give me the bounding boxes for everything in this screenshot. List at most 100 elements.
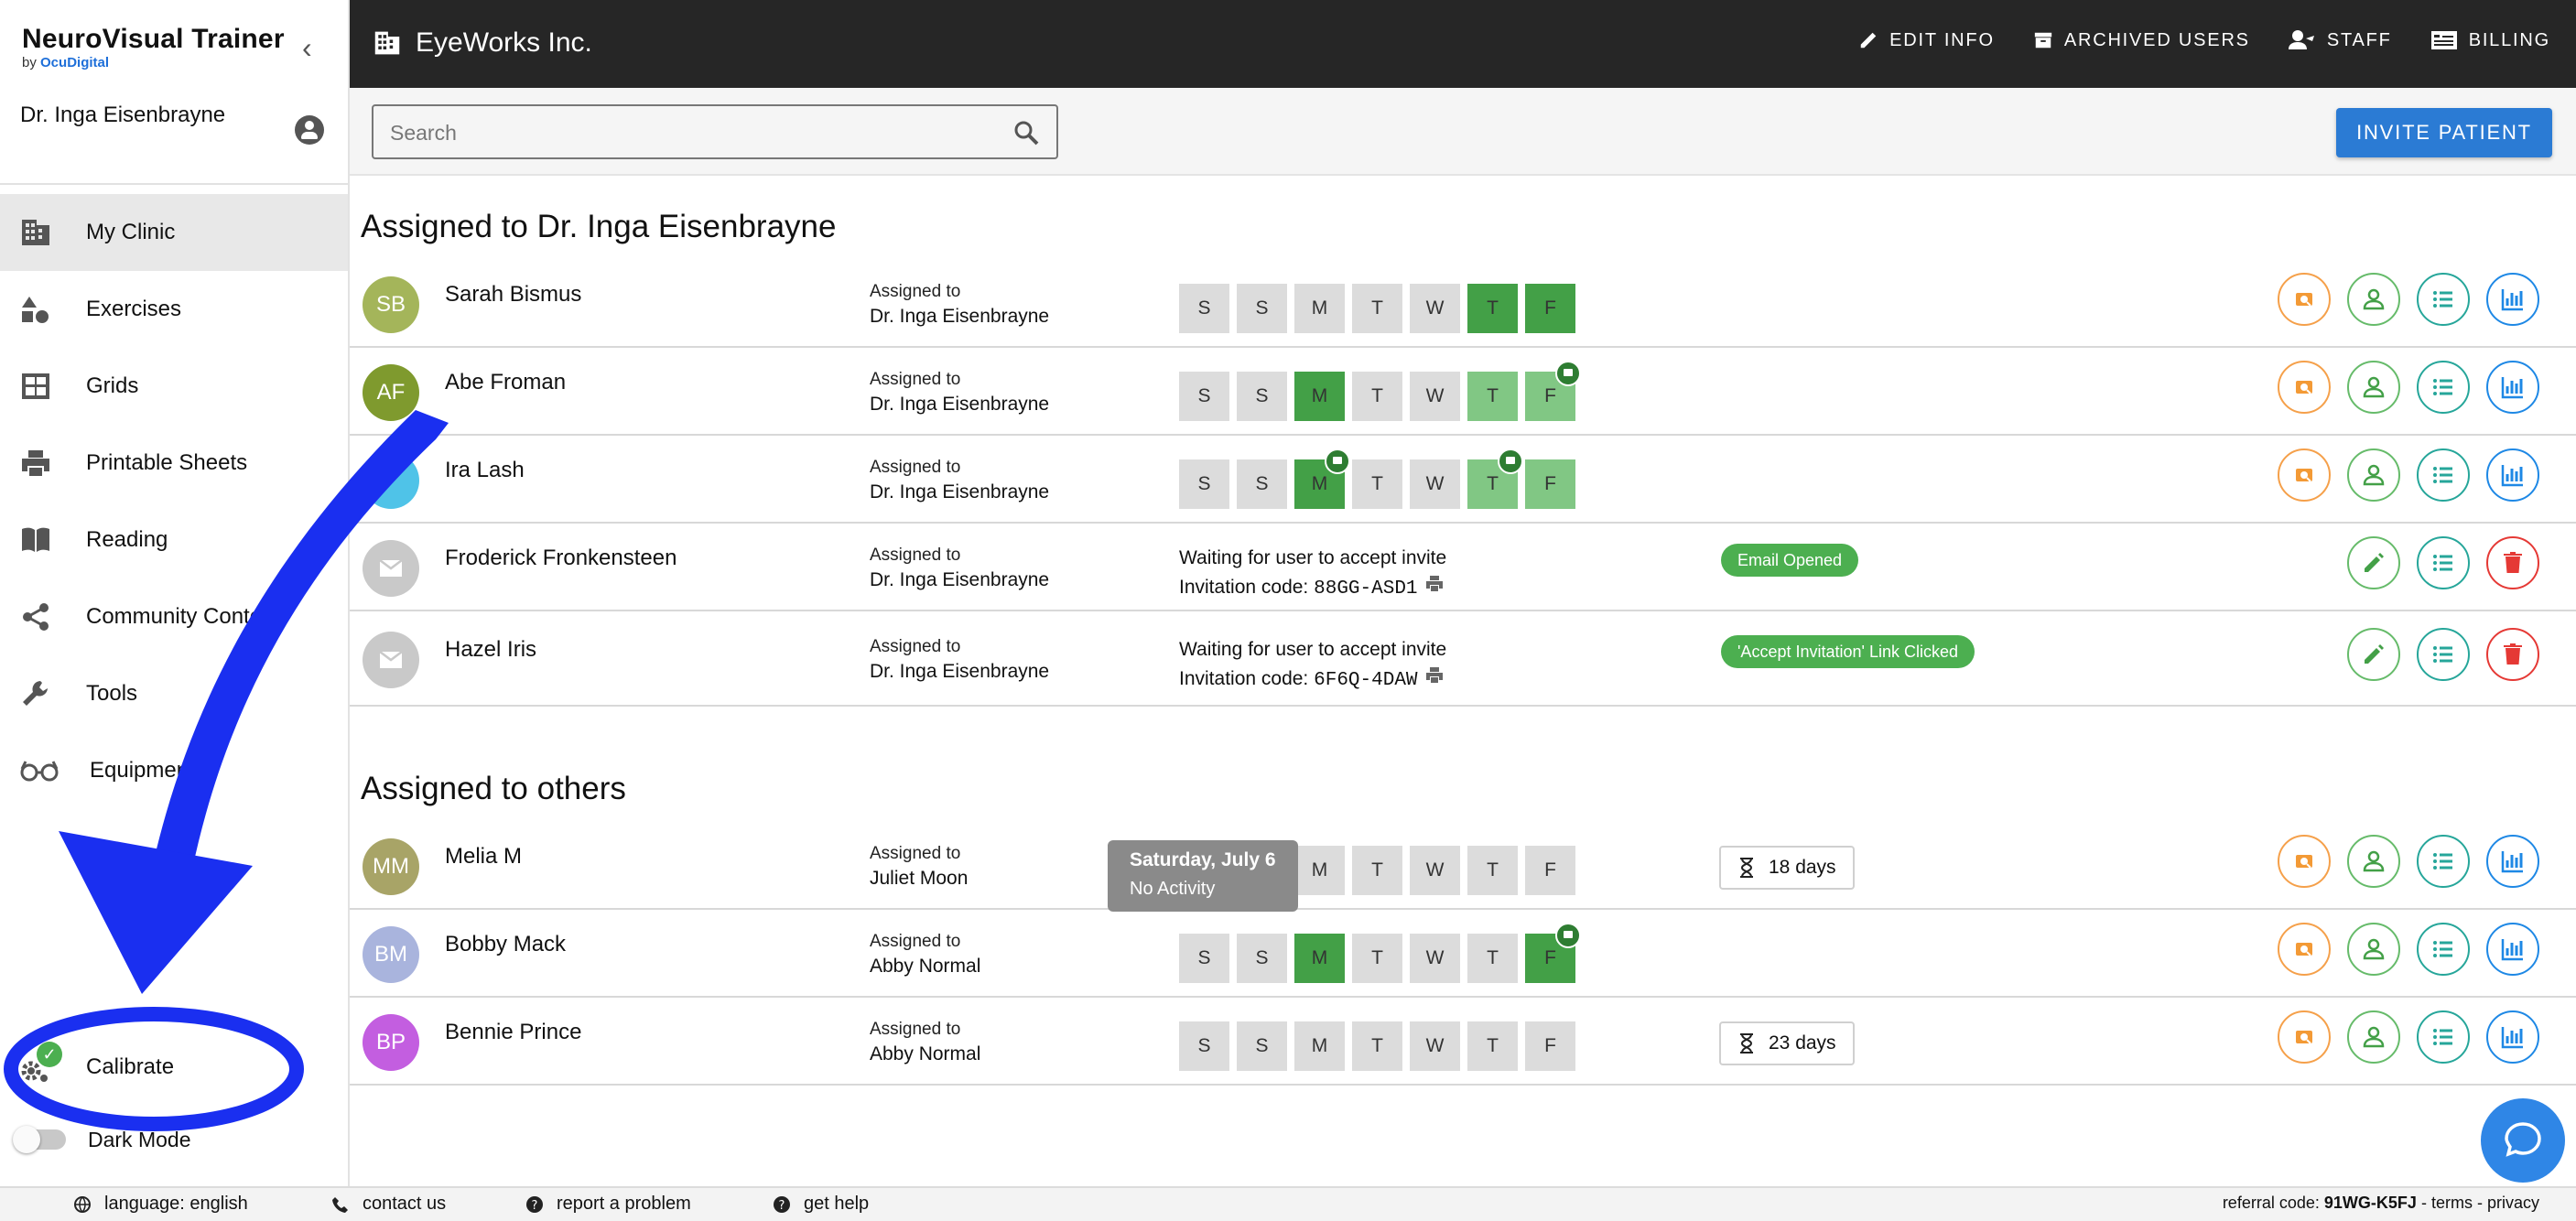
language-selector[interactable]: language: english (73, 1194, 248, 1215)
sidebar-item-tools[interactable]: Tools (0, 655, 348, 732)
account-circle-icon[interactable] (295, 115, 324, 145)
day-cell[interactable]: T (1352, 934, 1402, 983)
day-cell[interactable]: T (1467, 1021, 1518, 1071)
day-cell[interactable]: S (1237, 284, 1287, 333)
dark-mode-toggle[interactable] (13, 1126, 66, 1153)
day-cell[interactable]: W (1410, 1021, 1460, 1071)
view-user-button[interactable] (2278, 1010, 2331, 1064)
patient-name[interactable]: Melia M (445, 844, 522, 870)
view-user-button[interactable] (2278, 835, 2331, 888)
list-button[interactable] (2417, 835, 2470, 888)
day-cell[interactable]: S (1179, 372, 1229, 421)
day-cell[interactable]: T (1467, 372, 1518, 421)
day-cell[interactable]: W (1410, 372, 1460, 421)
list-button[interactable] (2417, 923, 2470, 976)
day-cell[interactable]: W (1410, 284, 1460, 333)
day-cell[interactable]: S (1179, 284, 1229, 333)
view-user-button[interactable] (2278, 923, 2331, 976)
support-chat-button[interactable] (2481, 1098, 2565, 1183)
profile-button[interactable] (2347, 923, 2400, 976)
day-cell[interactable]: S (1237, 934, 1287, 983)
view-user-button[interactable] (2278, 448, 2331, 502)
search-input[interactable]: Search (372, 104, 1058, 159)
privacy-link[interactable]: privacy (2487, 1194, 2539, 1212)
day-cell[interactable]: M (1294, 846, 1345, 895)
print-code-button[interactable] (1425, 665, 1444, 694)
stats-button[interactable] (2486, 448, 2539, 502)
delete-button[interactable] (2486, 536, 2539, 589)
day-cell[interactable]: S (1237, 1021, 1287, 1071)
day-cell[interactable]: T (1352, 372, 1402, 421)
sidebar-item-grids[interactable]: Grids (0, 348, 348, 425)
sidebar-item-exercises[interactable]: Exercises (0, 271, 348, 348)
view-user-button[interactable] (2278, 273, 2331, 326)
patient-name[interactable]: Hazel Iris (445, 637, 536, 663)
profile-button[interactable] (2347, 835, 2400, 888)
comment-icon[interactable] (1555, 923, 1581, 948)
day-cell[interactable]: W (1410, 934, 1460, 983)
view-user-button[interactable] (2278, 361, 2331, 414)
patient-name[interactable]: Ira Lash (445, 458, 525, 483)
patient-name[interactable]: Bennie Prince (445, 1020, 581, 1045)
list-button[interactable] (2417, 536, 2470, 589)
get-help-link[interactable]: ? get help (773, 1194, 869, 1215)
archived-users-button[interactable]: ARCHIVED USERS (2033, 29, 2250, 51)
stats-button[interactable] (2486, 835, 2539, 888)
comment-icon[interactable] (1555, 361, 1581, 386)
day-cell[interactable]: F (1525, 361, 1581, 421)
print-code-button[interactable] (1425, 573, 1444, 602)
day-cell[interactable]: M (1294, 448, 1350, 509)
day-cell[interactable]: M (1294, 934, 1345, 983)
day-cell[interactable]: T (1467, 448, 1523, 509)
stats-button[interactable] (2486, 1010, 2539, 1064)
list-button[interactable] (2417, 1010, 2470, 1064)
day-cell[interactable]: F (1525, 459, 1575, 509)
day-cell[interactable]: F (1525, 846, 1575, 895)
sidebar-item-equipment[interactable]: Equipmen (0, 732, 348, 809)
day-cell[interactable]: M (1294, 372, 1345, 421)
delete-button[interactable] (2486, 628, 2539, 681)
day-cell[interactable]: T (1467, 846, 1518, 895)
day-cell[interactable]: F (1525, 284, 1575, 333)
day-cell[interactable]: T (1352, 459, 1402, 509)
profile-button[interactable] (2347, 361, 2400, 414)
day-cell[interactable]: F (1525, 1021, 1575, 1071)
patient-name[interactable]: Abe Froman (445, 370, 566, 395)
edit-button[interactable] (2347, 536, 2400, 589)
list-button[interactable] (2417, 361, 2470, 414)
comment-icon[interactable] (1498, 448, 1523, 474)
day-cell[interactable]: T (1352, 1021, 1402, 1071)
sidebar-item-reading[interactable]: Reading (0, 502, 348, 578)
day-cell[interactable]: S (1179, 1021, 1229, 1071)
day-cell[interactable]: S (1179, 459, 1229, 509)
sidebar-item-community-content[interactable]: Community Conten (0, 578, 348, 655)
list-button[interactable] (2417, 628, 2470, 681)
report-problem-link[interactable]: ? report a problem (525, 1194, 691, 1215)
day-cell[interactable]: S (1237, 372, 1287, 421)
day-cell[interactable]: S (1179, 934, 1229, 983)
profile-button[interactable] (2347, 273, 2400, 326)
sidebar-item-calibrate[interactable]: Calibrate (0, 1029, 348, 1106)
patient-name[interactable]: Froderick Fronkensteen (445, 546, 676, 571)
stats-button[interactable] (2486, 273, 2539, 326)
contact-us-link[interactable]: contact us (331, 1194, 446, 1215)
edit-info-button[interactable]: EDIT INFO (1858, 29, 1995, 51)
list-button[interactable] (2417, 448, 2470, 502)
patient-name[interactable]: Sarah Bismus (445, 282, 581, 308)
day-cell[interactable]: T (1467, 934, 1518, 983)
profile-button[interactable] (2347, 448, 2400, 502)
day-cell[interactable]: M (1294, 284, 1345, 333)
billing-button[interactable]: BILLING (2430, 29, 2550, 51)
day-cell[interactable]: T (1467, 284, 1518, 333)
day-cell[interactable]: W (1410, 846, 1460, 895)
day-cell[interactable]: M (1294, 1021, 1345, 1071)
patient-name[interactable]: Bobby Mack (445, 932, 566, 957)
day-cell[interactable]: T (1352, 846, 1402, 895)
collapse-sidebar-icon[interactable]: ‹ (302, 31, 312, 65)
brand-logo[interactable]: NeuroVisual Trainer by OcuDigital (22, 24, 285, 70)
day-cell[interactable]: F (1525, 923, 1581, 983)
profile-button[interactable] (2347, 1010, 2400, 1064)
day-cell[interactable]: S (1237, 459, 1287, 509)
comment-icon[interactable] (1325, 448, 1350, 474)
staff-button[interactable]: STAFF (2288, 29, 2392, 51)
